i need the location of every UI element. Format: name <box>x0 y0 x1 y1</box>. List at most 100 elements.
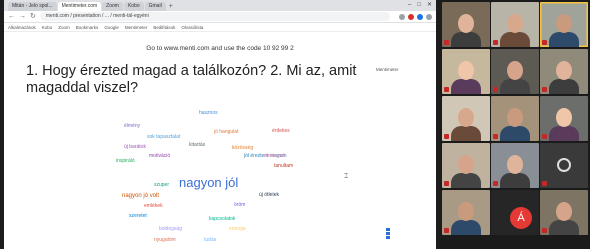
browser-tab[interactable]: Mitán - Jelo spol... <box>8 2 57 11</box>
participant-video-grid: Á <box>441 0 590 249</box>
maximize-button[interactable]: □ <box>417 0 421 11</box>
word-cloud-word: új ötletek <box>259 192 280 198</box>
minimize-button[interactable]: – <box>408 0 411 11</box>
participant-video-tile[interactable] <box>540 143 588 188</box>
participant-video-tile[interactable] <box>442 2 490 47</box>
muted-mic-icon <box>444 228 449 233</box>
participant-face <box>556 108 572 127</box>
bookmark[interactable]: Google <box>104 25 119 30</box>
participant-figure <box>451 220 481 235</box>
muted-mic-icon <box>542 228 547 233</box>
participant-video-tile[interactable] <box>491 2 539 47</box>
extension-icon[interactable] <box>399 13 405 20</box>
participant-video-tile[interactable] <box>491 96 539 141</box>
new-tab-button[interactable]: + <box>169 2 173 11</box>
browser-tab[interactable]: Zoom <box>102 2 123 11</box>
muted-mic-icon <box>444 134 449 139</box>
forward-button[interactable]: → <box>19 12 26 22</box>
participant-face <box>458 155 474 174</box>
bookmark[interactable]: Bookmarks <box>76 25 99 30</box>
word-cloud-word: emlékek <box>144 203 163 209</box>
participant-video-tile[interactable] <box>442 49 490 94</box>
muted-mic-icon <box>493 87 498 92</box>
participant-figure <box>500 32 530 47</box>
muted-mic-icon <box>542 40 547 45</box>
muted-mic-icon <box>493 40 498 45</box>
bookmark[interactable]: Kobo <box>42 25 53 30</box>
participant-figure <box>451 32 481 47</box>
bookmark[interactable]: Zoom <box>58 25 70 30</box>
participant-figure <box>451 173 481 188</box>
word-cloud-word: kitartás <box>189 142 206 148</box>
extension-icon[interactable] <box>417 13 423 20</box>
word-cloud-word: inspiráló <box>116 158 135 164</box>
participant-figure <box>549 32 579 47</box>
screen: Mitán - Jelo spol... Mentimeter.com Zoom… <box>0 0 590 249</box>
muted-mic-icon <box>444 181 449 186</box>
bookmark[interactable]: Beállítások <box>153 25 175 30</box>
word-cloud-word: öröm <box>234 202 246 208</box>
camera-off-icon <box>557 158 571 172</box>
bookmark[interactable]: Alkalmazások <box>8 25 36 30</box>
browser-tab[interactable]: Gmail <box>144 2 166 11</box>
participant-video-tile[interactable] <box>442 96 490 141</box>
participant-face <box>556 14 572 33</box>
browser-tab[interactable]: Kobo <box>123 2 144 11</box>
profile-icon[interactable] <box>426 13 432 20</box>
address-bar: ← → ↻ menti.com / presentation / ... / m… <box>4 11 436 23</box>
muted-mic-icon <box>444 87 449 92</box>
word-cloud-word: érdekes <box>272 128 290 134</box>
muted-mic-icon <box>542 181 547 186</box>
extension-icon[interactable] <box>408 13 414 20</box>
word-cloud-word: közösség <box>232 145 254 151</box>
participant-figure <box>549 220 579 235</box>
tab-strip: Mitán - Jelo spol... Mentimeter.com Zoom… <box>4 0 436 11</box>
participant-figure <box>500 173 530 188</box>
participant-face <box>458 14 474 33</box>
participant-face <box>556 202 572 221</box>
participant-avatar[interactable]: Á <box>510 207 532 229</box>
participant-video-tile[interactable] <box>491 49 539 94</box>
word-cloud-word: szeretet <box>129 213 147 219</box>
word-cloud-word: tanultam <box>274 163 294 169</box>
participant-video-tile[interactable] <box>540 96 588 141</box>
window-controls: – □ ✕ <box>402 0 436 11</box>
word-cloud-word: sok tapasztalat <box>147 134 181 140</box>
participant-video-tile[interactable] <box>442 143 490 188</box>
slide-navigation-icon[interactable] <box>384 227 392 241</box>
participant-video-tile[interactable] <box>540 190 588 235</box>
participant-figure <box>451 126 481 141</box>
participant-video-tile[interactable] <box>540 2 588 47</box>
muted-mic-icon <box>444 40 449 45</box>
participant-video-tile[interactable] <box>491 143 539 188</box>
word-cloud-word: szuper <box>154 182 170 188</box>
word-cloud-word: új barátok <box>124 144 146 150</box>
participant-figure <box>500 126 530 141</box>
browser-tab-active[interactable]: Mentimeter.com <box>57 2 102 11</box>
participant-face <box>556 61 572 80</box>
participant-face <box>507 108 523 127</box>
participant-video-tile[interactable] <box>442 190 490 235</box>
participant-video-tile[interactable] <box>540 49 588 94</box>
extension-icons <box>396 13 432 20</box>
back-button[interactable]: ← <box>8 12 15 22</box>
word-cloud-word: nyugalom <box>154 237 176 243</box>
word-cloud-word: boldogság <box>159 226 183 232</box>
url-field[interactable]: menti.com / presentation / ... / menti-t… <box>39 12 390 21</box>
participant-face <box>458 202 474 221</box>
word-cloud-word: élmény <box>124 123 141 129</box>
close-window-button[interactable]: ✕ <box>427 0 432 11</box>
participant-face <box>507 155 523 174</box>
bookmark[interactable]: Olvasólista <box>181 25 203 30</box>
shared-browser-window: Mitán - Jelo spol... Mentimeter.com Zoom… <box>4 0 436 249</box>
word-cloud-word: nagyon jól <box>179 175 239 190</box>
muted-mic-icon <box>542 134 547 139</box>
reload-button[interactable]: ↻ <box>30 12 36 22</box>
participant-face <box>507 14 523 33</box>
participant-figure <box>451 79 481 94</box>
bookmark[interactable]: Mentimeter <box>125 25 148 30</box>
participant-face <box>458 108 474 127</box>
participant-face <box>507 61 523 80</box>
word-cloud: nagyon jól hasznos élmény jó hangulat érdeke… <box>4 33 436 249</box>
participant-face <box>458 61 474 80</box>
